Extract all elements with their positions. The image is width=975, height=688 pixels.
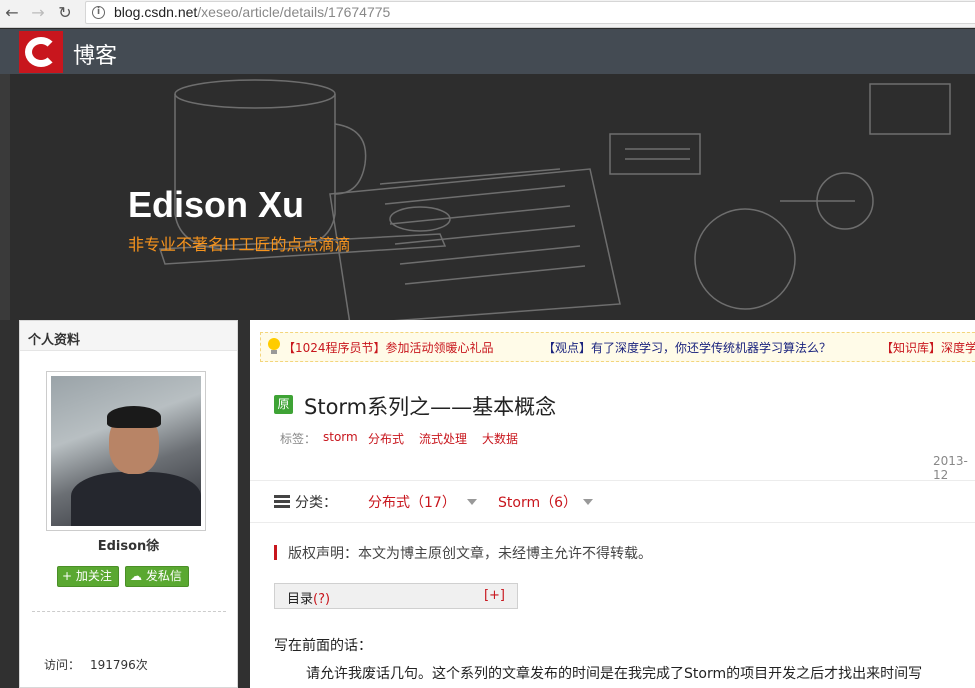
blog-title[interactable]: Edison Xu <box>128 184 304 226</box>
plus-icon: + <box>62 569 73 583</box>
original-badge: 原 <box>274 395 293 414</box>
article-title[interactable]: Storm系列之——基本概念 <box>304 391 556 421</box>
article-main: 【1024程序员节】参加活动领暖心礼品 【观点】有了深度学习，你还学传统机器学习… <box>250 320 975 688</box>
toc-label: 目录(?) <box>287 588 330 607</box>
notice-bar: 【1024程序员节】参加活动领暖心礼品 【观点】有了深度学习，你还学传统机器学习… <box>260 332 975 362</box>
url-path: /xeseo/article/details/17674775 <box>197 4 391 20</box>
notice-link[interactable]: 【知识库】深度学 <box>881 339 975 356</box>
publish-date: 2013-12 <box>933 454 968 482</box>
url-text[interactable]: blog.csdn.net/xeseo/article/details/1767… <box>114 4 390 20</box>
url-domain: blog.csdn.net <box>114 4 198 20</box>
message-icon: ☁ <box>130 569 142 583</box>
follow-label: 加关注 <box>75 569 112 583</box>
chevron-down-icon[interactable] <box>467 499 477 505</box>
tag-link[interactable]: 大数据 <box>482 430 518 447</box>
toc-help-link[interactable]: (?) <box>313 592 330 607</box>
visits-label: 访问： <box>44 658 81 672</box>
paragraph-text: 请允许我废话几句。这个系列的文章发布的时间是在我完成了Storm的项目开发之后才… <box>306 666 923 682</box>
toc-expand-button[interactable]: [+] <box>484 588 505 603</box>
copyright-notice: 版权声明：本文为博主原创文章，未经博主允许不得转载。 <box>288 546 652 562</box>
csdn-logo[interactable] <box>19 31 63 73</box>
category-link[interactable]: 分布式（17） <box>368 492 456 512</box>
blog-banner: Edison Xu 非专业不著名IT工匠的点点滴滴 <box>0 74 975 320</box>
visits-value: 191796次 <box>90 658 148 672</box>
reload-icon[interactable]: ↻ <box>55 3 75 23</box>
tag-link[interactable]: 分布式 <box>368 430 404 447</box>
tags-label: 标签： <box>280 432 317 446</box>
address-bar[interactable]: i blog.csdn.net/xeseo/article/details/17… <box>85 1 975 24</box>
toc-title: 目录 <box>287 592 314 607</box>
notice-link[interactable]: 【1024程序员节】参加活动领暖心礼品 <box>283 339 494 356</box>
category-label: 分类： <box>295 495 337 511</box>
topbar-title[interactable]: 博客 <box>73 38 117 70</box>
message-button[interactable]: ☁ 发私信 <box>125 566 189 587</box>
follow-button[interactable]: + 加关注 <box>57 566 119 587</box>
sidebar-header: 个人资料 <box>20 321 237 351</box>
category-link[interactable]: Storm（6） <box>498 492 577 512</box>
message-label: 发私信 <box>145 569 182 583</box>
avatar-photo <box>51 376 201 526</box>
paragraph-heading: 写在前面的话： <box>274 638 372 654</box>
chevron-down-icon[interactable] <box>583 499 593 505</box>
table-of-contents[interactable]: 目录(?) [+] <box>274 583 518 609</box>
notice-link[interactable]: 【观点】有了深度学习，你还学传统机器学习算法么？ <box>543 339 831 356</box>
tag-link[interactable]: storm <box>323 430 358 444</box>
browser-toolbar: ← → ↻ i blog.csdn.net/xeseo/article/deta… <box>0 0 975 28</box>
lightbulb-icon <box>268 338 280 354</box>
blog-subtitle: 非专业不著名IT工匠的点点滴滴 <box>128 235 351 254</box>
copyright-marker <box>274 545 277 560</box>
sidebar-divider <box>32 611 226 612</box>
profile-sidebar: 个人资料 Edison徐 + 加关注 ☁ 发私信 访问： 191796次 <box>19 320 238 688</box>
username[interactable]: Edison徐 <box>20 535 237 554</box>
avatar[interactable] <box>46 371 206 531</box>
forward-arrow-icon[interactable]: → <box>28 3 48 23</box>
back-arrow-icon[interactable]: ← <box>2 3 22 23</box>
divider <box>250 480 975 481</box>
info-icon[interactable]: i <box>92 6 105 19</box>
divider <box>250 522 975 523</box>
tag-link[interactable]: 流式处理 <box>419 430 467 447</box>
site-topbar: 博客 <box>0 29 975 74</box>
list-icon <box>274 495 290 508</box>
